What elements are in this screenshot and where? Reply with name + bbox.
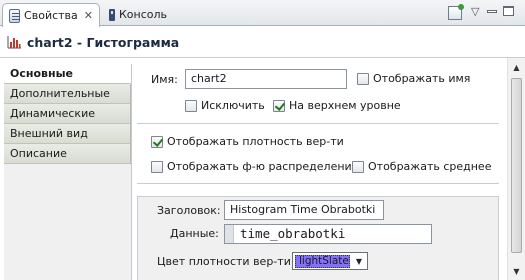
pin-view-icon[interactable] xyxy=(448,4,464,20)
show-distribution-label: Отображать ф-ю распределения xyxy=(167,160,359,173)
tab-console[interactable]: Консоль xyxy=(103,3,173,26)
title-label: Заголовок: xyxy=(157,204,221,217)
tab-properties[interactable]: Свойства ✕ xyxy=(2,3,100,27)
exclude-label: Исключить xyxy=(201,99,265,112)
vertical-scrollbar[interactable]: ▲ ▼ xyxy=(507,58,525,280)
scroll-up-icon[interactable]: ▲ xyxy=(508,59,525,75)
console-icon xyxy=(109,8,115,21)
minimize-icon[interactable] xyxy=(487,10,497,13)
scroll-thumb[interactable] xyxy=(511,78,522,253)
show-mean-label: Отображать среднее xyxy=(368,160,492,173)
section-nav: Основные Дополнительные Динамические Вне… xyxy=(4,64,132,280)
density-color-select[interactable]: lightSlateBlue ▼ xyxy=(292,252,368,270)
chevron-down-icon: ▼ xyxy=(355,256,363,266)
maximize-icon[interactable] xyxy=(503,6,514,16)
nav-item-advanced[interactable]: Дополнительные xyxy=(4,84,131,104)
chart-title-input[interactable]: Histogram Time Obrabotki xyxy=(224,200,384,220)
scroll-down-icon[interactable]: ▼ xyxy=(508,263,525,279)
show-name-checkbox[interactable] xyxy=(357,73,369,85)
close-icon[interactable]: ✕ xyxy=(84,9,93,22)
properties-icon xyxy=(9,8,21,23)
nav-item-dynamic[interactable]: Динамические xyxy=(4,104,131,124)
view-menu-icon[interactable]: ▽ xyxy=(471,5,479,18)
show-density-checkbox[interactable] xyxy=(151,136,163,148)
exclude-checkbox[interactable] xyxy=(185,100,197,112)
nav-item-description[interactable]: Описание xyxy=(4,144,131,164)
nav-item-appearance[interactable]: Внешний вид xyxy=(4,124,131,144)
data-label: Данные: xyxy=(170,227,219,240)
section-divider xyxy=(137,183,499,184)
show-mean-checkbox[interactable] xyxy=(352,161,364,173)
tab-console-label: Консоль xyxy=(118,8,167,21)
name-input[interactable]: chart2 xyxy=(185,69,347,89)
name-label: Имя: xyxy=(151,73,178,86)
top-level-label: На верхнем уровне xyxy=(289,99,401,112)
properties-header: chart2 - Гистограмма xyxy=(0,27,525,57)
show-name-label: Отображать имя xyxy=(373,72,471,85)
show-distribution-checkbox[interactable] xyxy=(151,161,163,173)
nav-item-general[interactable]: Основные xyxy=(4,64,131,84)
page-title: chart2 - Гистограмма xyxy=(27,34,180,50)
density-color-label: Цвет плотности вер-ти: xyxy=(157,255,295,268)
section-divider xyxy=(137,123,499,124)
histogram-icon xyxy=(7,36,21,49)
view-tab-bar: Свойства ✕ Консоль ▽ xyxy=(0,0,525,27)
tab-properties-label: Свойства xyxy=(24,9,78,22)
top-level-checkbox[interactable] xyxy=(273,100,285,112)
show-density-label: Отображать плотность вер-ти xyxy=(167,135,344,148)
color-swatch: lightSlateBlue xyxy=(295,254,350,268)
data-expression-input[interactable]: time_obrabotki xyxy=(224,224,432,244)
